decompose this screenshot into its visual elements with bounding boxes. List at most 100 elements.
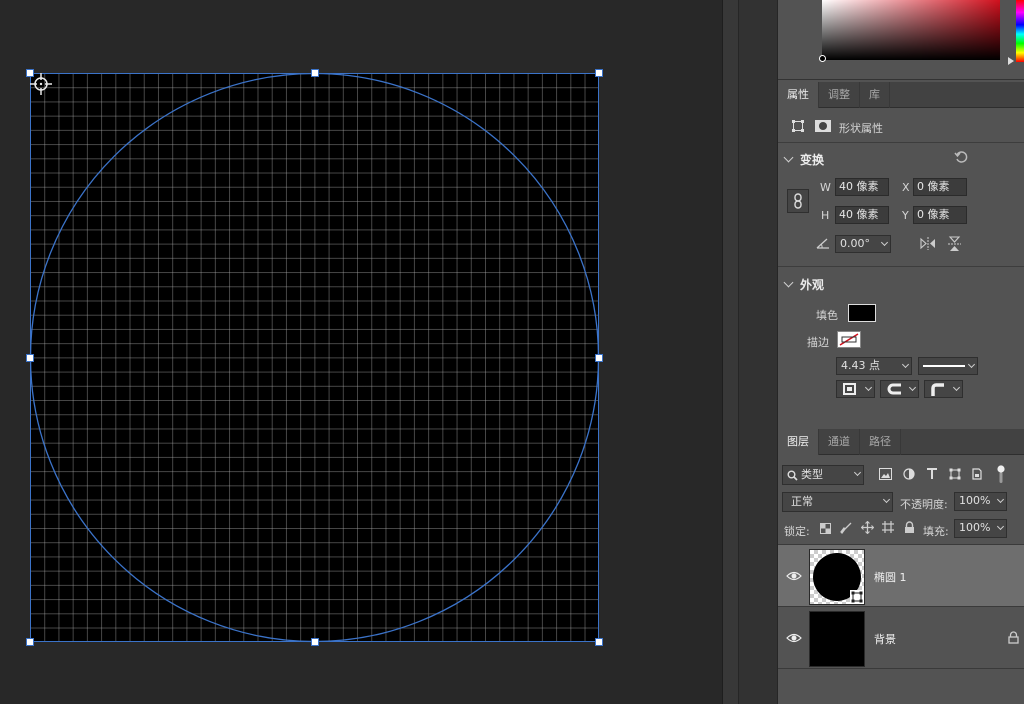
search-icon (787, 470, 798, 481)
shape-transform-icon[interactable] (791, 119, 805, 133)
filter-shape-icon[interactable] (949, 468, 961, 480)
ellipse-path[interactable] (29, 72, 600, 643)
layer-name[interactable]: 椭圆 1 (874, 569, 907, 585)
divider (778, 142, 1024, 143)
x-field[interactable]: 0 像素 (913, 178, 967, 196)
transform-handle-top-center[interactable] (311, 69, 319, 77)
shape-properties-label: 形状属性 (839, 122, 883, 135)
flip-horizontal-icon[interactable] (920, 237, 936, 250)
layer-thumbnail (809, 549, 865, 605)
chevron-down-icon (996, 522, 1005, 531)
panel-dock-strip (738, 0, 778, 704)
stroke-align-dropdown[interactable] (836, 380, 875, 398)
transform-section-title[interactable]: 变换 (800, 151, 824, 168)
lock-transparent-pixels-icon[interactable] (820, 523, 831, 534)
chevron-down-icon[interactable] (783, 277, 794, 288)
transform-handle-middle-right[interactable] (595, 354, 603, 362)
chevron-down-icon (996, 495, 1005, 504)
filter-smart-object-icon[interactable] (971, 468, 983, 480)
color-saturation-field[interactable] (822, 0, 1000, 60)
y-label: Y (902, 209, 909, 222)
chevron-down-icon (952, 383, 961, 392)
stroke-label: 描边 (807, 336, 829, 349)
properties-tabbar: 属性 调整 库 (778, 82, 1024, 108)
panel-collapse-strip (722, 0, 738, 704)
angle-dropdown[interactable]: 0.00° (835, 235, 891, 253)
ellipse-shape-layer[interactable] (29, 72, 600, 643)
stroke-width-dropdown[interactable]: 4.43 点 (836, 357, 912, 375)
hue-slider-arrow-icon[interactable] (1008, 57, 1014, 65)
height-label: H (821, 209, 830, 222)
chevron-down-icon (882, 495, 891, 504)
layer-row-background[interactable]: 背景 (778, 607, 1024, 669)
chevron-down-icon (901, 360, 910, 369)
stroke-color-swatch[interactable] (837, 331, 861, 348)
x-label: X (902, 181, 910, 194)
angle-icon (816, 238, 829, 249)
fill-opacity-value: 100% (959, 521, 991, 534)
color-picker-marker[interactable] (819, 55, 826, 62)
divider (778, 266, 1024, 267)
blend-mode-dropdown[interactable]: 正常 (782, 492, 893, 512)
link-dimensions-button[interactable] (787, 189, 809, 213)
filter-pixel-icon[interactable] (879, 468, 892, 480)
lock-all-icon[interactable] (904, 521, 915, 534)
layer-thumbnail (809, 611, 865, 667)
width-field[interactable]: 40 像素 (835, 178, 889, 196)
height-field[interactable]: 40 像素 (835, 206, 889, 224)
transform-handle-bottom-left[interactable] (26, 638, 34, 646)
tab-libraries[interactable]: 库 (860, 82, 890, 108)
transform-handle-bottom-center[interactable] (311, 638, 319, 646)
shape-layer-badge-icon (850, 590, 864, 604)
layer-name[interactable]: 背景 (874, 631, 896, 647)
layers-tabbar: 图层 通道 路径 (778, 429, 1024, 455)
lock-label: 锁定: (784, 525, 810, 538)
stroke-caps-icon (887, 383, 901, 395)
layer-row-ellipse[interactable]: 椭圆 1 (778, 545, 1024, 607)
filter-toggle-icon[interactable] (997, 464, 1005, 484)
chevron-down-icon[interactable] (783, 152, 794, 163)
lock-image-pixels-icon[interactable] (840, 522, 852, 534)
eye-icon[interactable] (786, 631, 802, 645)
stroke-corners-icon (931, 383, 944, 396)
layer-filter-dropdown[interactable]: 类型 (782, 465, 864, 485)
transform-bounding-box (30, 73, 599, 642)
lock-position-icon[interactable] (861, 521, 874, 534)
reset-icon[interactable] (954, 150, 968, 164)
transform-handle-top-right[interactable] (595, 69, 603, 77)
tab-paths[interactable]: 路径 (860, 429, 901, 455)
fill-label: 填色 (816, 309, 838, 322)
document-canvas[interactable] (26, 69, 603, 646)
fill-color-swatch[interactable] (848, 304, 876, 322)
lock-icon[interactable] (1008, 631, 1019, 644)
mask-icon[interactable] (814, 119, 832, 133)
tab-adjustments[interactable]: 调整 (819, 82, 860, 108)
transform-handle-bottom-right[interactable] (595, 638, 603, 646)
tab-properties[interactable]: 属性 (778, 82, 819, 108)
lock-artboard-icon[interactable] (882, 521, 894, 533)
crosshair-icon[interactable] (30, 73, 52, 95)
appearance-section-title[interactable]: 外观 (800, 276, 824, 293)
filter-type-icon[interactable] (926, 468, 938, 480)
transform-handle-middle-left[interactable] (26, 354, 34, 362)
tab-layers[interactable]: 图层 (778, 429, 819, 455)
canvas-workspace[interactable] (0, 0, 722, 704)
stroke-caps-dropdown[interactable] (880, 380, 919, 398)
opacity-field[interactable]: 100% (954, 492, 1007, 511)
right-panel-column: 属性 调整 库 形状属性 变换 W 40 像素 X 0 像素 H 40 像素 Y… (778, 0, 1024, 704)
chevron-down-icon (908, 383, 917, 392)
filter-adjustment-icon[interactable] (903, 468, 915, 480)
stroke-swatch-icon (839, 333, 859, 346)
eye-icon[interactable] (786, 569, 802, 583)
fill-opacity-field[interactable]: 100% (954, 519, 1007, 538)
color-panel (778, 0, 1024, 80)
tab-channels[interactable]: 通道 (819, 429, 860, 455)
chevron-down-icon (853, 468, 862, 477)
flip-vertical-icon[interactable] (948, 236, 961, 252)
layers-panel: 类型 正常 不透明度: 100% 锁定: 填充: 100% 椭圆 1 背景 (778, 455, 1024, 704)
chain-link-icon (794, 193, 802, 209)
y-field[interactable]: 0 像素 (913, 206, 967, 224)
stroke-type-dropdown[interactable] (918, 357, 978, 375)
stroke-corners-dropdown[interactable] (924, 380, 963, 398)
hue-slider[interactable] (1016, 0, 1024, 62)
